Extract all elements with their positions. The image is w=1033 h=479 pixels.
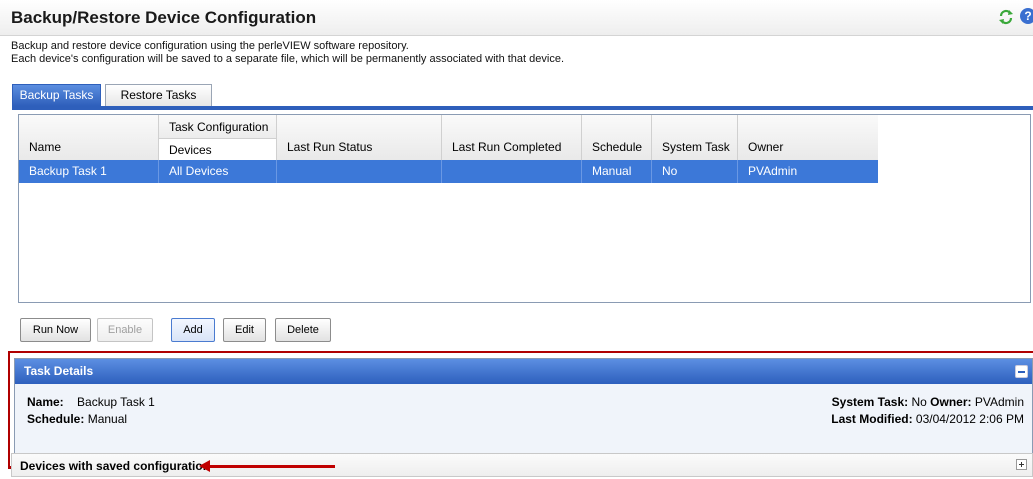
detail-system-task-label: System Task: xyxy=(831,395,909,409)
page-header: Backup/Restore Device Configuration ? xyxy=(0,0,1033,36)
detail-name: Name: Backup Task 1 xyxy=(27,395,155,409)
column-header-last-run-status[interactable]: Last Run Status xyxy=(277,115,442,160)
annotation-arrow xyxy=(205,465,335,468)
detail-name-label: Name: xyxy=(27,395,64,409)
page-description: Backup and restore device configuration … xyxy=(11,40,564,66)
refresh-icon[interactable] xyxy=(998,9,1014,25)
tab-backup-tasks[interactable]: Backup Tasks xyxy=(12,84,101,106)
column-group-label: Task Configuration xyxy=(169,120,269,134)
column-header-last-run-completed-label: Last Run Completed xyxy=(452,140,562,154)
edit-button[interactable]: Edit xyxy=(223,318,266,342)
expand-icon[interactable] xyxy=(1016,459,1027,470)
task-details-title: Task Details xyxy=(24,364,94,378)
column-header-devices[interactable]: Devices xyxy=(159,139,277,160)
detail-schedule: Schedule: Manual xyxy=(27,412,127,426)
column-header-schedule[interactable]: Schedule xyxy=(582,115,652,160)
enable-button[interactable]: Enable xyxy=(97,318,153,342)
column-header-owner[interactable]: Owner xyxy=(738,115,878,160)
cell-devices: All Devices xyxy=(159,160,277,183)
column-header-system-task-label: System Task xyxy=(662,140,730,154)
detail-schedule-value: Manual xyxy=(87,412,128,426)
cell-last-run-completed xyxy=(442,160,582,183)
table-row[interactable]: Backup Task 1 All Devices Manual No PVAd… xyxy=(19,160,878,183)
delete-button[interactable]: Delete xyxy=(275,318,331,342)
detail-name-value: Backup Task 1 xyxy=(77,395,155,409)
add-button[interactable]: Add xyxy=(171,318,215,342)
backup-tasks-grid: Name Task Configuration Devices Last Run… xyxy=(18,114,1031,303)
devices-panel-title: Devices with saved configuration xyxy=(20,459,211,473)
collapse-icon[interactable] xyxy=(1015,365,1028,378)
help-icon[interactable]: ? xyxy=(1020,8,1033,24)
cell-schedule: Manual xyxy=(582,160,652,183)
column-header-schedule-label: Schedule xyxy=(592,140,643,154)
column-header-owner-label: Owner xyxy=(748,140,784,154)
detail-system-owner: System Task: No Owner: PVAdmin xyxy=(832,395,1024,409)
column-header-name[interactable]: Name xyxy=(19,115,159,160)
detail-system-task-value: No xyxy=(911,395,927,409)
detail-last-modified: Last Modified: 03/04/2012 2:06 PM xyxy=(831,412,1024,426)
detail-schedule-label: Schedule: xyxy=(27,412,85,426)
tab-restore-tasks[interactable]: Restore Tasks xyxy=(105,84,212,106)
task-details-panel: Task Details Name: Backup Task 1 Schedul… xyxy=(14,358,1033,461)
column-header-system-task[interactable]: System Task xyxy=(652,115,738,160)
column-header-last-run-status-label: Last Run Status xyxy=(287,140,373,154)
column-header-last-run-completed[interactable]: Last Run Completed xyxy=(442,115,582,160)
detail-last-modified-label: Last Modified: xyxy=(831,412,913,426)
devices-saved-config-panel[interactable]: Devices with saved configuration xyxy=(11,453,1033,477)
cell-owner: PVAdmin xyxy=(748,164,798,178)
task-details-header[interactable]: Task Details xyxy=(15,359,1032,384)
cell-name: Backup Task 1 xyxy=(19,160,159,183)
detail-owner-value: PVAdmin xyxy=(974,395,1024,409)
cell-system-task: No xyxy=(652,160,738,183)
page-title: Backup/Restore Device Configuration xyxy=(11,8,317,27)
cell-last-run-status xyxy=(277,160,442,183)
description-line-2: Each device's configuration will be save… xyxy=(11,53,565,65)
column-header-devices-label: Devices xyxy=(169,143,212,157)
run-now-button[interactable]: Run Now xyxy=(20,318,91,342)
description-line-1: Backup and restore device configuration … xyxy=(11,40,409,52)
column-group-task-configuration: Task Configuration xyxy=(159,115,277,139)
column-header-name-label: Name xyxy=(29,140,62,154)
grid-header: Name Task Configuration Devices Last Run… xyxy=(19,115,878,160)
detail-last-modified-value: 03/04/2012 2:06 PM xyxy=(915,412,1024,426)
tab-bar-divider xyxy=(12,106,1033,110)
detail-owner-label: Owner: xyxy=(930,395,972,409)
